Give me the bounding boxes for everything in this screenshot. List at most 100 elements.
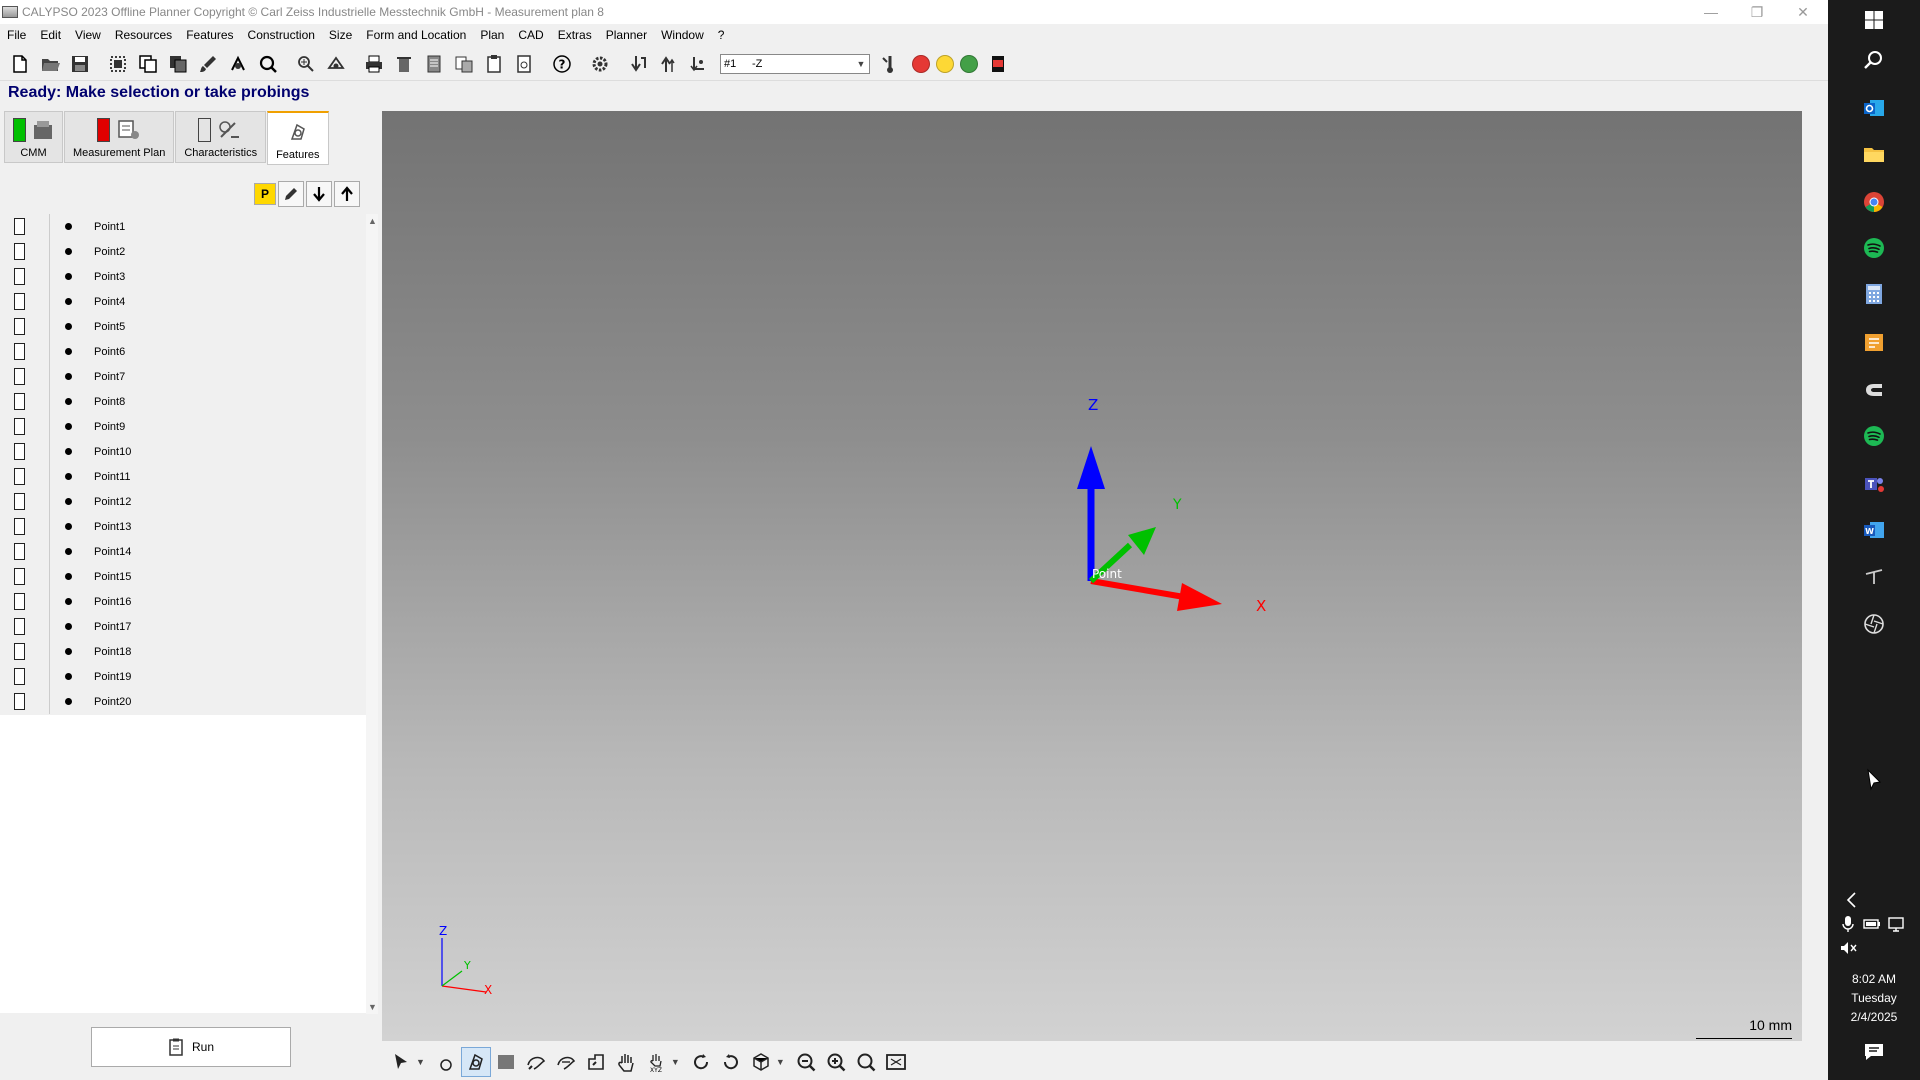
menu-cad[interactable]: CAD	[511, 28, 550, 42]
scroll-up-icon[interactable]: ▲	[368, 216, 377, 226]
rotate-ccw-icon[interactable]	[716, 1047, 746, 1077]
probe-stylus-icon[interactable]	[876, 50, 904, 78]
menu-file[interactable]: File	[0, 28, 33, 42]
document-stamp-icon[interactable]	[510, 50, 538, 78]
feature-checkbox[interactable]	[14, 568, 25, 585]
save-icon[interactable]	[66, 50, 94, 78]
chevron-left-icon[interactable]	[1842, 890, 1862, 910]
zoom-in-icon[interactable]	[821, 1047, 851, 1077]
feature-checkbox[interactable]	[14, 393, 25, 410]
menu-edit[interactable]: Edit	[33, 28, 68, 42]
menu-resources[interactable]: Resources	[108, 28, 179, 42]
feature-checkbox[interactable]	[14, 318, 25, 335]
feature-checkbox[interactable]	[14, 418, 25, 435]
file-explorer-icon[interactable]	[1860, 140, 1888, 168]
menu-view[interactable]: View	[68, 28, 108, 42]
list-item[interactable]: Point7	[4, 364, 364, 389]
list-item[interactable]: Point15	[4, 564, 364, 589]
list-item[interactable]: Point10	[4, 439, 364, 464]
menu-size[interactable]: Size	[322, 28, 359, 42]
table-report-icon[interactable]	[450, 50, 478, 78]
zoom-icon[interactable]	[851, 1047, 881, 1077]
print-icon[interactable]	[360, 50, 388, 78]
move-down-arrow-icon[interactable]	[306, 181, 332, 207]
taskbar-clock[interactable]: 8:02 AM Tuesday 2/4/2025	[1828, 970, 1920, 1027]
menu-planner[interactable]: Planner	[599, 28, 654, 42]
list-item[interactable]: Point3	[4, 264, 364, 289]
tab-characteristics[interactable]: Characteristics	[175, 111, 267, 163]
chrome-icon[interactable]	[1860, 188, 1888, 216]
run-button[interactable]: Run	[91, 1027, 291, 1067]
status-dot-yellow[interactable]	[936, 54, 954, 73]
rotate-cw-icon[interactable]	[686, 1047, 716, 1077]
menu-help[interactable]: ?	[711, 28, 732, 42]
chevron-down-icon[interactable]: ▼	[671, 1057, 680, 1067]
status-dot-green[interactable]	[960, 54, 978, 73]
move-up-arrow-icon[interactable]	[334, 181, 360, 207]
camera-aperture-icon[interactable]	[1860, 610, 1888, 638]
help-icon[interactable]: ?	[548, 50, 576, 78]
battery-icon[interactable]	[1862, 914, 1882, 934]
list-item[interactable]: Point1	[4, 214, 364, 239]
new-file-icon[interactable]	[6, 50, 34, 78]
report-icon[interactable]	[420, 50, 448, 78]
feature-list-scrollbar[interactable]: ▲ ▼	[366, 214, 378, 1014]
menu-features[interactable]: Features	[179, 28, 240, 42]
surface-select-icon[interactable]	[521, 1047, 551, 1077]
feature-recognition-icon[interactable]	[292, 50, 320, 78]
scroll-down-icon[interactable]: ▼	[368, 1002, 377, 1012]
menu-window[interactable]: Window	[654, 28, 711, 42]
list-item[interactable]: Point13	[4, 514, 364, 539]
paste-icon[interactable]	[164, 50, 192, 78]
store-icon[interactable]	[1860, 328, 1888, 356]
feature-checkbox[interactable]	[14, 268, 25, 285]
zoom-out-icon[interactable]	[791, 1047, 821, 1077]
restore-button[interactable]: ❐	[1734, 0, 1780, 24]
spotify-icon[interactable]	[1860, 422, 1888, 450]
copy-icon[interactable]	[134, 50, 162, 78]
brush-icon[interactable]	[194, 50, 222, 78]
probe-down-icon[interactable]	[624, 50, 652, 78]
tab-measurement-plan[interactable]: Measurement Plan	[64, 111, 175, 163]
feature-checkbox[interactable]	[14, 468, 25, 485]
feature-list-empty-area[interactable]	[0, 715, 366, 1013]
menu-form-and-location[interactable]: Form and Location	[359, 28, 473, 42]
feature-checkbox[interactable]	[14, 618, 25, 635]
stop-machine-icon[interactable]	[984, 50, 1012, 78]
transform-icon[interactable]	[224, 50, 252, 78]
feature-wizard-icon[interactable]	[322, 50, 350, 78]
menu-extras[interactable]: Extras	[551, 28, 599, 42]
microphone-icon[interactable]	[1838, 914, 1858, 934]
search-icon[interactable]	[1860, 46, 1888, 74]
list-item[interactable]: Point14	[4, 539, 364, 564]
chevron-down-icon[interactable]: ▼	[416, 1057, 425, 1067]
list-item[interactable]: Point17	[4, 614, 364, 639]
fit-to-window-icon[interactable]	[881, 1047, 911, 1077]
teams-icon[interactable]	[1860, 470, 1888, 498]
select-feature-icon[interactable]	[460, 1047, 491, 1077]
list-item[interactable]: Point2	[4, 239, 364, 264]
remote-tool-icon[interactable]	[1860, 376, 1888, 404]
probe-move-icon[interactable]	[684, 50, 712, 78]
list-item[interactable]: Point19	[4, 664, 364, 689]
menu-construction[interactable]: Construction	[241, 28, 322, 42]
list-item[interactable]: Point5	[4, 314, 364, 339]
feature-checkbox[interactable]	[14, 443, 25, 460]
feature-checkbox[interactable]	[14, 518, 25, 535]
clipboard-icon[interactable]	[480, 50, 508, 78]
tab-cmm[interactable]: CMM	[4, 111, 63, 163]
calculator-icon[interactable]	[1860, 280, 1888, 308]
clip-plane-icon[interactable]	[581, 1047, 611, 1077]
edit-pencil-icon[interactable]	[278, 181, 304, 207]
status-dot-red[interactable]	[912, 54, 930, 73]
probe-up-icon[interactable]	[654, 50, 682, 78]
search-icon[interactable]	[254, 50, 282, 78]
select-frame-icon[interactable]	[104, 50, 132, 78]
delete-icon[interactable]	[390, 50, 418, 78]
feature-checkbox[interactable]	[14, 293, 25, 310]
feature-checkbox[interactable]	[14, 643, 25, 660]
list-item[interactable]: Point18	[4, 639, 364, 664]
list-item[interactable]: Point12	[4, 489, 364, 514]
solid-view-icon[interactable]	[491, 1047, 521, 1077]
list-item[interactable]: Point9	[4, 414, 364, 439]
